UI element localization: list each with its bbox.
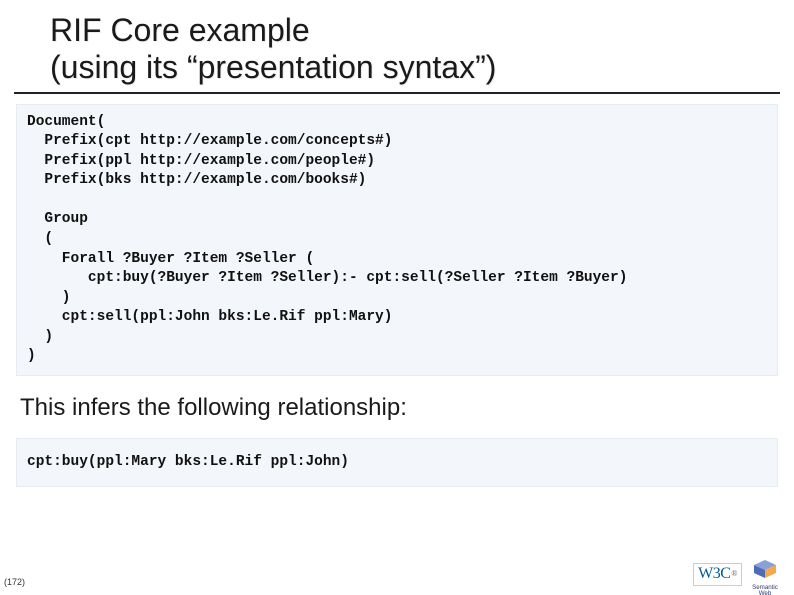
body-text: This infers the following relationship: xyxy=(20,394,780,422)
semantic-web-logo-icon: Semantic Web xyxy=(748,559,782,589)
title-line-1: RIF Core example xyxy=(50,12,310,48)
footer-logos: W3C® Semantic Web xyxy=(693,559,782,589)
title-underline xyxy=(14,92,780,94)
title-line-2: (using its “presentation syntax”) xyxy=(50,49,496,85)
w3c-logo-icon: W3C® xyxy=(693,563,742,586)
code-block-main: Document( Prefix(cpt http://example.com/… xyxy=(16,104,778,376)
slide-title: RIF Core example (using its “presentatio… xyxy=(50,12,780,86)
slide-number: (172) xyxy=(4,577,25,587)
code-block-result: cpt:buy(ppl:Mary bks:Le.Rif ppl:John) xyxy=(16,438,778,488)
slide-container: RIF Core example (using its “presentatio… xyxy=(0,0,794,595)
semantic-web-label: Semantic Web xyxy=(748,585,782,595)
